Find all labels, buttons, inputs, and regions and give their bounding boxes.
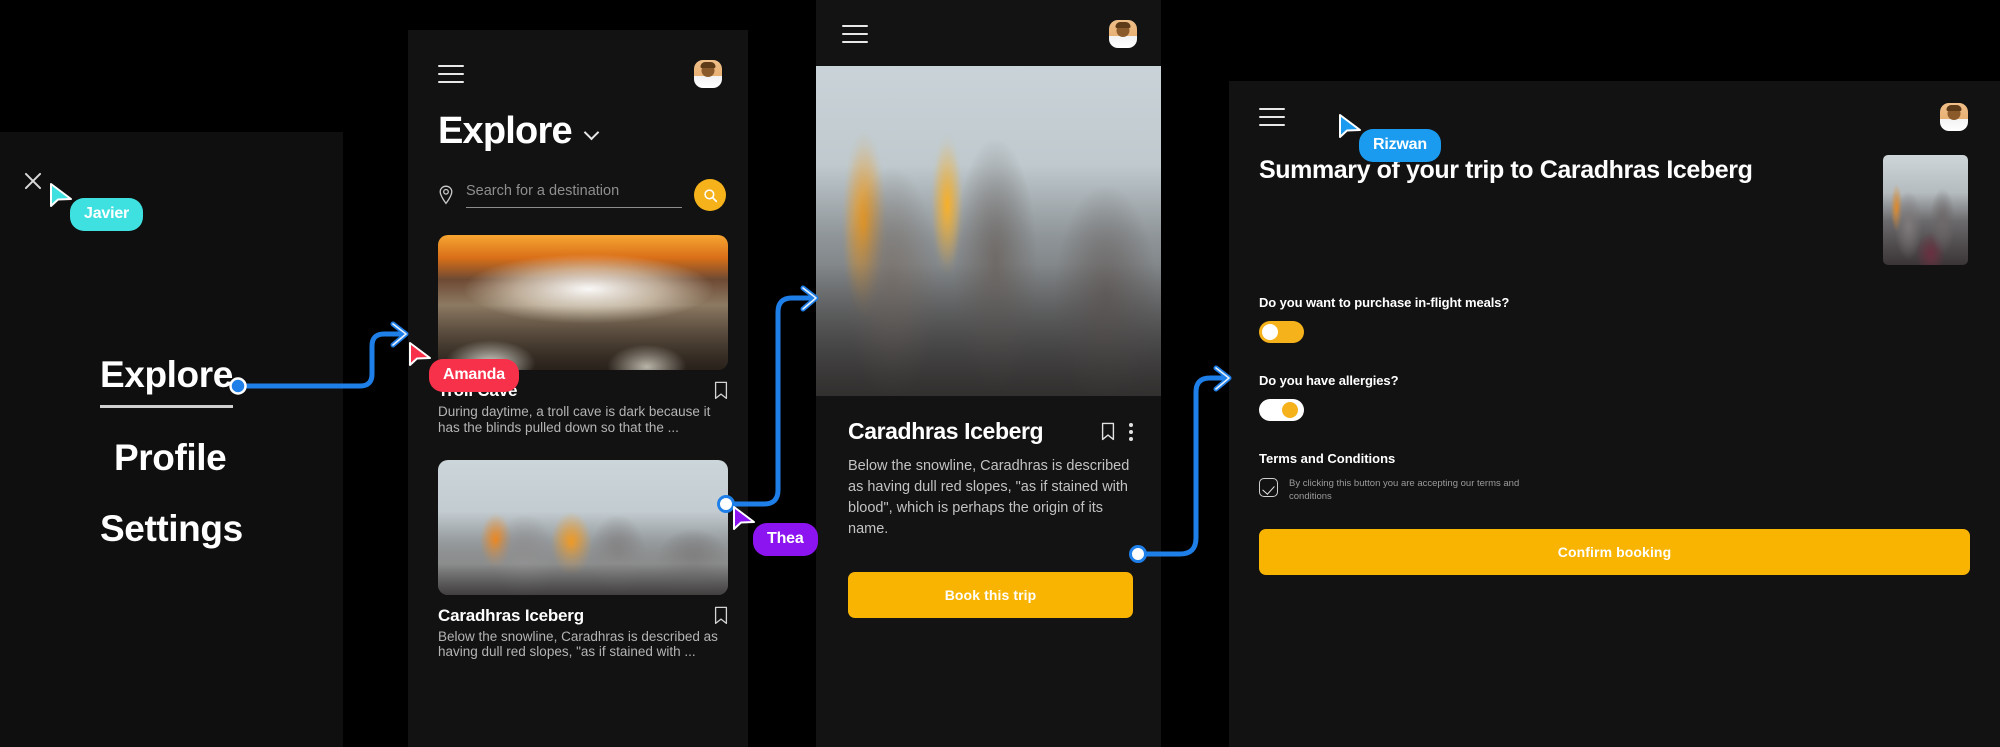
search-placeholder: Search for a destination — [466, 183, 620, 199]
checkbox-checked-icon[interactable] — [1259, 478, 1278, 497]
cursor-pointer-icon — [733, 506, 755, 530]
avatar[interactable] — [1109, 20, 1137, 48]
bookmark-icon[interactable] — [1101, 422, 1115, 441]
cursor-label: Javier — [70, 198, 144, 231]
cursor-javier: Javier — [48, 182, 144, 231]
card-description: Below the snowline, Caradhras is describ… — [438, 628, 718, 660]
cursor-label: Rizwan — [1359, 129, 1441, 162]
toggle-allergies[interactable] — [1259, 399, 1304, 421]
cursor-rizwan: Rizwan — [1337, 113, 1441, 162]
avatar[interactable] — [694, 60, 722, 88]
terms-text: By clicking this button you are acceptin… — [1289, 478, 1520, 502]
cursor-pointer-icon — [409, 342, 431, 366]
menu-item-settings[interactable]: Settings — [100, 508, 243, 550]
page-title: Explore — [438, 110, 573, 152]
explore-title-row[interactable]: Explore — [408, 88, 748, 153]
card-title: Caradhras Iceberg — [438, 605, 584, 625]
detail-title-row: Caradhras Iceberg — [848, 418, 1133, 445]
cursor-amanda: Amanda — [407, 341, 519, 392]
question-label-meals: Do you want to purchase in-flight meals? — [1259, 295, 1510, 310]
nav-menu: Explore Profile Settings — [100, 354, 243, 579]
summary-form: Do you want to purchase in-flight meals?… — [1229, 265, 2000, 504]
frame-summary-screen: Summary of your trip to Caradhras Iceber… — [1229, 81, 2000, 747]
detail-topbar — [816, 0, 1161, 48]
search-input[interactable]: Search for a destination — [466, 182, 682, 208]
menu-item-explore[interactable]: Explore — [100, 354, 233, 408]
cursor-label: Thea — [753, 523, 818, 556]
bookmark-icon[interactable] — [714, 606, 728, 625]
explore-topbar — [408, 30, 748, 88]
bookmark-icon[interactable] — [714, 381, 728, 400]
trip-thumbnail — [1883, 155, 1968, 265]
kebab-menu-icon[interactable] — [1129, 422, 1133, 441]
hamburger-icon[interactable] — [842, 25, 868, 43]
hamburger-icon[interactable] — [438, 65, 464, 83]
detail-description: Below the snowline, Caradhras is describ… — [848, 458, 1130, 538]
hamburger-icon[interactable] — [1259, 108, 1285, 126]
prototype-canvas: Explore Profile Settings Explore Search … — [0, 0, 2000, 747]
search-row: Search for a destination — [408, 153, 748, 211]
card-header: Caradhras Iceberg — [438, 606, 728, 626]
cursor-thea: Thea — [731, 505, 818, 556]
menu-item-profile[interactable]: Profile — [114, 437, 227, 479]
page-title: Caradhras Iceberg — [848, 418, 1044, 444]
frame-detail-screen: Caradhras Iceberg Below the snowline, Ca… — [816, 0, 1161, 747]
location-pin-icon — [439, 185, 453, 205]
confirm-wrap: Confirm booking — [1229, 504, 2000, 575]
detail-body: Caradhras Iceberg Below the snowline, Ca… — [816, 396, 1161, 619]
chevron-down-icon[interactable] — [585, 127, 599, 136]
book-trip-button[interactable]: Book this trip — [848, 572, 1133, 619]
list-item[interactable]: Troll Cave During daytime, a troll cave … — [438, 235, 728, 436]
search-button[interactable] — [694, 179, 726, 211]
avatar[interactable] — [1940, 103, 1968, 131]
search-icon — [703, 188, 717, 202]
card-description: During daytime, a troll cave is dark bec… — [438, 404, 711, 435]
list-item[interactable]: Caradhras Iceberg Below the snowline, Ca… — [438, 459, 728, 661]
terms-row: By clicking this button you are acceptin… — [1259, 478, 1970, 504]
toggle-inflight-meals[interactable] — [1259, 321, 1304, 343]
confirm-booking-button[interactable]: Confirm booking — [1259, 528, 1970, 575]
cursor-label: Amanda — [429, 359, 519, 392]
terms-heading: Terms and Conditions — [1259, 451, 1396, 466]
close-icon[interactable] — [22, 170, 44, 192]
question-label-allergies: Do you have allergies? — [1259, 373, 1399, 388]
card-photo-caradhras-iceberg — [438, 459, 728, 595]
hero-photo — [816, 66, 1161, 396]
